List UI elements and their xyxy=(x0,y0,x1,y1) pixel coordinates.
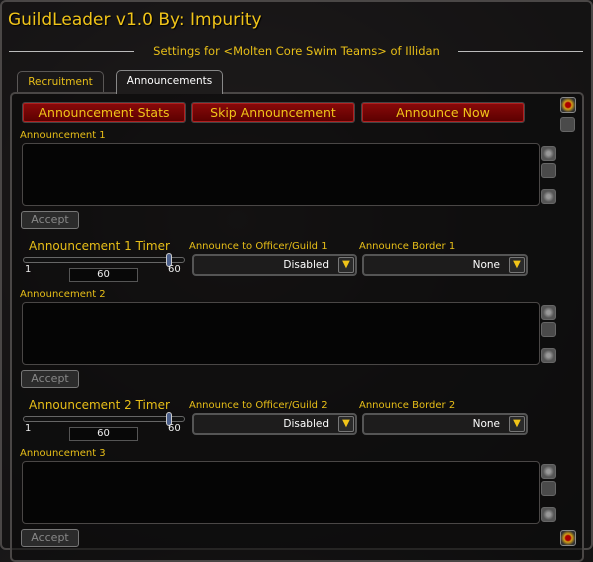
text-scroll-up-icon[interactable] xyxy=(541,464,556,479)
timer-min: 1 xyxy=(25,423,32,434)
text-scrollbar-thumb[interactable] xyxy=(541,163,556,178)
channel-label: Announce to Officer/Guild 2 xyxy=(189,400,328,411)
text-scrollbar-thumb[interactable] xyxy=(541,322,556,337)
scroll-up-icon[interactable] xyxy=(560,97,576,113)
subtitle-text: Settings for <Molten Core Swim Teams> of… xyxy=(153,44,440,58)
accept-button[interactable]: Accept xyxy=(21,370,79,388)
timer-min: 1 xyxy=(25,264,32,275)
timer-label: Announcement 1 Timer xyxy=(29,239,170,253)
accept-button[interactable]: Accept xyxy=(21,529,79,547)
text-scroll-down-icon[interactable] xyxy=(541,507,556,522)
announce-now-button[interactable]: Announce Now xyxy=(361,102,525,123)
border-dropdown[interactable]: None xyxy=(362,413,528,435)
announcement-stats-button[interactable]: Announcement Stats xyxy=(22,102,186,123)
announcement-label: Announcement 3 xyxy=(20,448,106,459)
chevron-down-icon[interactable]: ▼ xyxy=(338,416,354,432)
chevron-down-icon[interactable]: ▼ xyxy=(509,416,525,432)
chevron-down-icon[interactable]: ▼ xyxy=(509,257,525,273)
announcement-text-input[interactable] xyxy=(22,461,540,524)
border-dropdown[interactable]: None xyxy=(362,254,528,276)
window-title: GuildLeader v1.0 By: Impurity xyxy=(8,10,262,30)
text-scroll-down-icon[interactable] xyxy=(541,348,556,363)
channel-dropdown[interactable]: Disabled xyxy=(192,254,357,276)
timer-value-input[interactable]: 60 xyxy=(69,268,138,282)
scrollbar-thumb[interactable] xyxy=(560,117,575,132)
announcement-label: Announcement 2 xyxy=(20,289,106,300)
timer-slider[interactable] xyxy=(23,416,185,422)
timer-label: Announcement 2 Timer xyxy=(29,398,170,412)
text-scroll-up-icon[interactable] xyxy=(541,146,556,161)
timer-value-input[interactable]: 60 xyxy=(69,427,138,441)
channel-label: Announce to Officer/Guild 1 xyxy=(189,241,328,252)
chevron-down-icon[interactable]: ▼ xyxy=(338,257,354,273)
border-value: None xyxy=(472,418,500,430)
text-scroll-down-icon[interactable] xyxy=(541,189,556,204)
scroll-down-icon[interactable] xyxy=(560,530,576,546)
border-label: Announce Border 1 xyxy=(359,241,456,252)
channel-value: Disabled xyxy=(283,418,329,430)
skip-announcement-button[interactable]: Skip Announcement xyxy=(191,102,355,123)
text-scrollbar-thumb[interactable] xyxy=(541,481,556,496)
channel-value: Disabled xyxy=(283,259,329,271)
tab-announcements[interactable]: Announcements xyxy=(116,70,223,94)
settings-subtitle: Settings for <Molten Core Swim Teams> of… xyxy=(0,44,593,58)
timer-slider[interactable] xyxy=(23,257,185,263)
border-value: None xyxy=(472,259,500,271)
accept-button[interactable]: Accept xyxy=(21,211,79,229)
channel-dropdown[interactable]: Disabled xyxy=(192,413,357,435)
tab-recruitment[interactable]: Recruitment xyxy=(17,71,104,93)
announcement-text-input[interactable] xyxy=(22,302,540,365)
border-label: Announce Border 2 xyxy=(359,400,456,411)
announcement-text-input[interactable] xyxy=(22,143,540,206)
announcement-label: Announcement 1 xyxy=(20,130,106,141)
timer-max: 60 xyxy=(168,423,181,434)
timer-max: 60 xyxy=(168,264,181,275)
text-scroll-up-icon[interactable] xyxy=(541,305,556,320)
